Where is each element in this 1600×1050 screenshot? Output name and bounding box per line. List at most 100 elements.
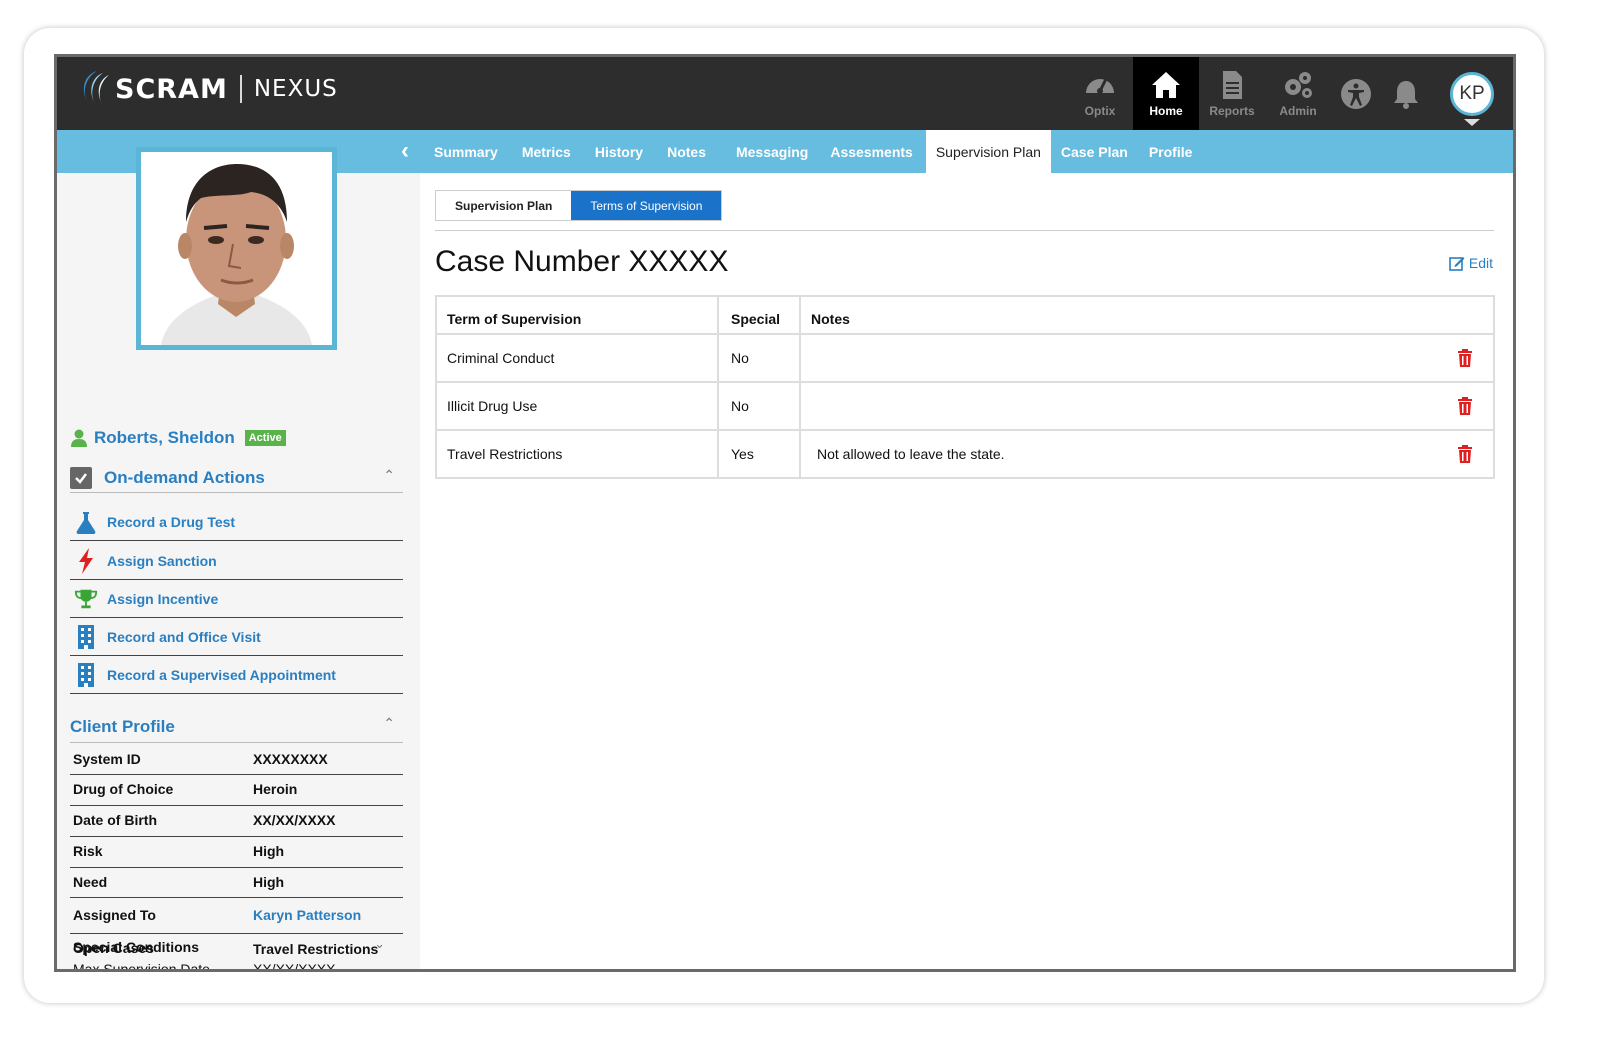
on-demand-actions-header[interactable]: On-demand Actions ⌃ (70, 463, 403, 493)
trash-icon[interactable] (1457, 445, 1473, 463)
terms-table: Term of Supervision Special Notes Crimin… (435, 295, 1495, 479)
trash-icon[interactable] (1457, 397, 1473, 415)
divider (435, 230, 1494, 231)
action-label: Record a Supervised Appointment (107, 666, 336, 683)
action-record-supervised-appointment[interactable]: Record a Supervised Appointment (70, 656, 403, 694)
column-header: Special (717, 295, 801, 335)
topnav-admin[interactable]: Admin (1265, 57, 1331, 130)
toggle-supervision-plan[interactable]: Supervision Plan (436, 191, 571, 220)
action-label: Record and Office Visit (107, 628, 261, 645)
logo-divider (239, 75, 242, 103)
action-assign-incentive[interactable]: Assign Incentive (70, 580, 403, 618)
tab-summary[interactable]: Summary (422, 130, 510, 173)
action-record-office-visit[interactable]: Record and Office Visit (70, 618, 403, 656)
special-cell: Yes (717, 429, 801, 479)
section-title: On-demand Actions (104, 467, 265, 487)
special-conditions-row: Special Conditions Travel Restrictions (70, 937, 403, 967)
tab-supervision-plan[interactable]: Supervision Plan (925, 130, 1051, 173)
profile-row: Date of Birth XX/XX/XXXX (70, 806, 403, 837)
chevron-up-icon[interactable]: ⌃ (383, 715, 395, 732)
person-silhouette-icon (141, 152, 332, 345)
edit-icon (1449, 257, 1465, 271)
term-cell: Illicit Drug Use (435, 381, 719, 431)
tab-history[interactable]: History (583, 130, 655, 173)
topnav-home[interactable]: Home (1133, 57, 1199, 130)
tab-profile[interactable]: Profile (1138, 130, 1204, 173)
section-title: Client Profile (70, 716, 175, 736)
gauge-icon (1086, 78, 1114, 94)
profile-key: Date of Birth (73, 812, 157, 828)
flask-icon (74, 510, 98, 534)
lightning-icon (74, 547, 98, 574)
main-content: Supervision Plan Terms of Supervision Ca… (420, 173, 1513, 969)
topnav-label: Home (1149, 104, 1183, 118)
accessibility-icon (1341, 78, 1371, 109)
table-row: Illicit Drug Use No (435, 381, 1495, 431)
term-cell: Criminal Conduct (435, 333, 719, 383)
action-label: Assign Sanction (107, 552, 217, 569)
tab-metrics[interactable]: Metrics (510, 130, 583, 173)
tab-case-plan[interactable]: Case Plan (1051, 130, 1138, 173)
profile-row: Need High (70, 868, 403, 898)
topnav-reports[interactable]: Reports (1199, 57, 1265, 130)
accessibility-button[interactable] (1331, 57, 1381, 130)
column-header: Term of Supervision (435, 295, 719, 335)
chevron-left-icon[interactable]: ‹ (395, 137, 415, 164)
home-icon (1152, 72, 1180, 98)
edit-button[interactable]: Edit (1449, 255, 1493, 271)
page-title: Case Number XXXXX (435, 245, 729, 278)
profile-row: System ID XXXXXXXX (70, 745, 403, 775)
notes-cell (799, 333, 1495, 383)
client-photo (141, 152, 332, 345)
client-profile-header[interactable]: Client Profile ⌃ (70, 711, 403, 743)
profile-key: Assigned To (73, 907, 156, 923)
notes-text: Not allowed to leave the state. (817, 446, 1005, 462)
tab-notes[interactable]: Notes (655, 130, 724, 173)
tab-messaging[interactable]: Messaging (724, 130, 818, 173)
action-record-drug-test[interactable]: Record a Drug Test (70, 503, 403, 541)
client-name-row: Roberts, Sheldon Active (70, 428, 286, 448)
topnav-label: Admin (1279, 104, 1317, 118)
profile-row: Drug of Choice Heroin (70, 775, 403, 806)
profile-value: Travel Restrictions (253, 941, 379, 957)
topnav-label: Reports (1209, 104, 1255, 118)
profile-key: Special Conditions (73, 939, 200, 955)
table-row: Travel Restrictions Yes Not allowed to l… (435, 429, 1495, 479)
caret-down-icon (1464, 119, 1480, 126)
profile-key: System ID (73, 751, 141, 767)
avatar[interactable]: KP (1450, 71, 1494, 116)
term-cell: Travel Restrictions (435, 429, 719, 479)
app-window: SCRAM NEXUS Optix Home Reports Admin KP … (54, 54, 1516, 972)
action-label: Record a Drug Test (107, 513, 236, 530)
sub-tabs: Summary Metrics History Notes Messaging … (422, 130, 1203, 173)
client-photo-frame (136, 147, 337, 350)
plan-view-toggle: Supervision Plan Terms of Supervision (435, 190, 723, 221)
profile-value: XX/XX/XXXX (253, 812, 336, 828)
client-name: Roberts, Sheldon (94, 428, 235, 447)
profile-key: Risk (73, 843, 103, 859)
building-icon (74, 624, 98, 649)
action-label: Assign Incentive (107, 590, 219, 607)
profile-value: High (253, 843, 285, 859)
assigned-officer-link[interactable]: Karyn Patterson (253, 907, 361, 923)
notes-cell (799, 381, 1495, 431)
edit-label: Edit (1468, 255, 1493, 271)
table-header-row: Term of Supervision Special Notes (435, 295, 1495, 335)
bell-icon (1394, 80, 1418, 109)
tab-assesments[interactable]: Assesments (818, 130, 926, 173)
column-header: Notes (799, 295, 1495, 335)
trash-icon[interactable] (1457, 349, 1473, 367)
user-menu[interactable]: KP (1431, 57, 1513, 130)
topnav-optix[interactable]: Optix (1067, 57, 1133, 130)
action-assign-sanction[interactable]: Assign Sanction (70, 542, 403, 580)
user-icon (71, 429, 87, 447)
toggle-terms-of-supervision[interactable]: Terms of Supervision (571, 191, 722, 220)
document-icon (1223, 71, 1242, 99)
table-row: Criminal Conduct No (435, 333, 1495, 383)
product-name: NEXUS (253, 76, 338, 102)
notifications-button[interactable] (1381, 57, 1431, 130)
scram-nexus-logo[interactable]: SCRAM NEXUS (73, 67, 338, 111)
profile-row: Assigned To Karyn Patterson (70, 898, 403, 934)
chevron-up-icon[interactable]: ⌃ (383, 467, 395, 484)
scram-swoosh-icon (83, 71, 109, 107)
